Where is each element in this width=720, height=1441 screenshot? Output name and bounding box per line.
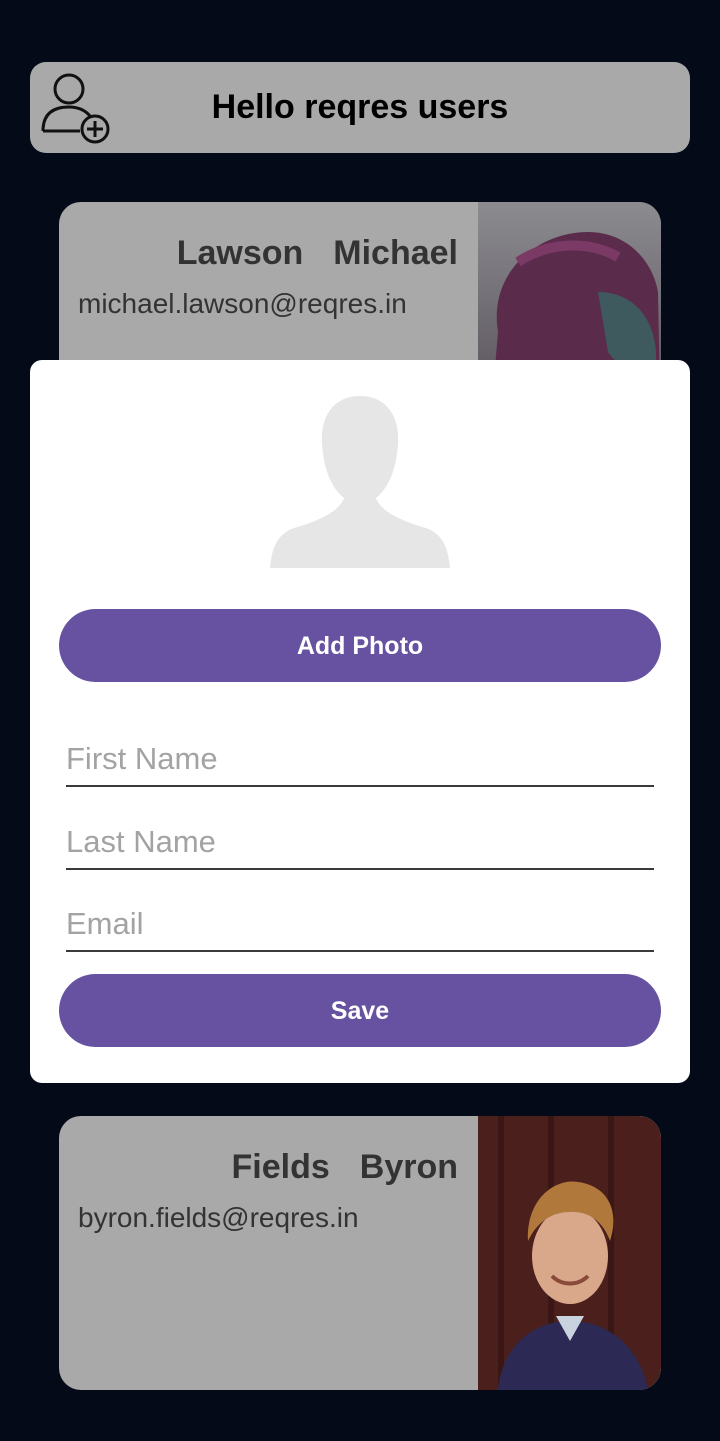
add-user-dialog: Add Photo Save [30, 360, 690, 1083]
last-name-input[interactable] [66, 816, 654, 868]
last-name: Lawson [176, 234, 304, 272]
person-add-icon[interactable] [40, 71, 112, 145]
person-silhouette-icon [270, 396, 450, 568]
first-name: Byron [359, 1148, 458, 1186]
user-name: Lawson Michael [177, 234, 458, 273]
email-field [66, 898, 654, 952]
user-card[interactable]: Fields Byron byron.fields@reqres.in [59, 1116, 661, 1390]
last-name: Fields [231, 1148, 330, 1186]
user-photo [478, 1116, 661, 1390]
first-name-input[interactable] [66, 733, 654, 785]
last-name-field [66, 816, 654, 870]
user-email: byron.fields@reqres.in [78, 1202, 359, 1233]
app-header: Hello reqres users [30, 62, 690, 153]
add-photo-button[interactable]: Add Photo [59, 609, 661, 682]
user-name: Fields Byron [232, 1148, 458, 1187]
save-button[interactable]: Save [59, 974, 661, 1047]
first-name-field [66, 733, 654, 787]
first-name: Michael [333, 234, 458, 272]
user-email: michael.lawson@reqres.in [78, 288, 407, 319]
email-input[interactable] [66, 898, 654, 950]
page-title: Hello reqres users [211, 88, 509, 126]
